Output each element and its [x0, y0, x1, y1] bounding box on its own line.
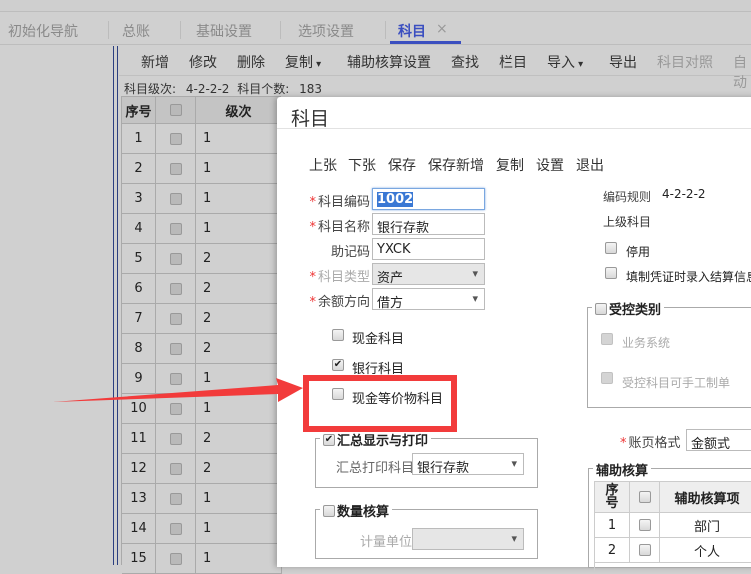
annotation-arrow [53, 378, 303, 402]
arrow-icon [53, 378, 303, 402]
